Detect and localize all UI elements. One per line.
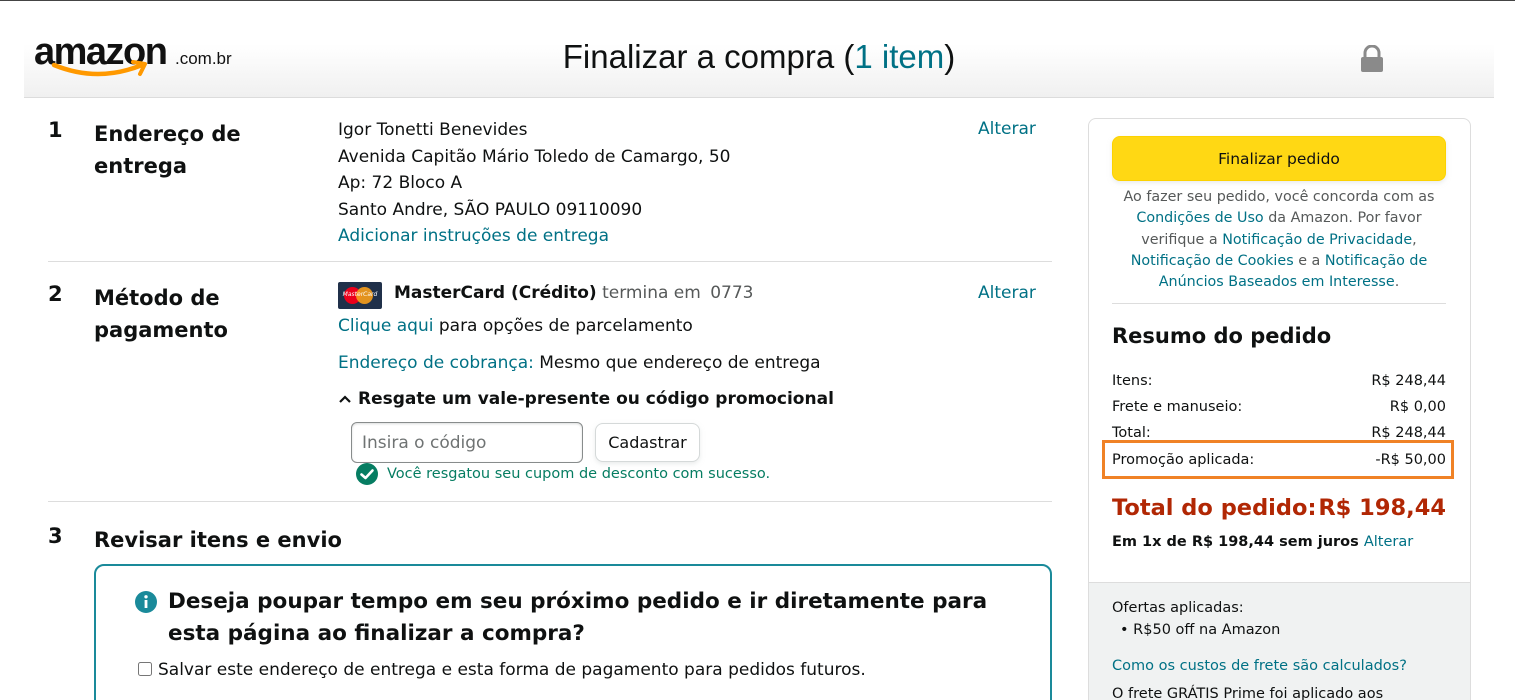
save-question: Deseja poupar tempo em seu próximo pedid…: [168, 589, 988, 646]
step-title: Endereço de entrega: [94, 122, 241, 178]
save-preferences-box: Deseja poupar tempo em seu próximo pedid…: [94, 564, 1052, 700]
payment-card-line: MasterCard (Crédito) termina em 0773: [394, 283, 754, 303]
save-preferences-checkbox-row[interactable]: Salvar este endereço de entrega e esta f…: [138, 660, 866, 680]
order-summary-panel: Finalizar pedido Ao fazer seu pedido, vo…: [1088, 118, 1471, 700]
recipient-name: Igor Tonetti Benevides: [338, 120, 528, 140]
summary-label: Frete e manuseio:: [1112, 399, 1243, 415]
order-total-label: Total do pedido:: [1112, 495, 1317, 521]
register-code-button[interactable]: Cadastrar: [595, 423, 700, 462]
promo-header-text: Resgate um vale-presente ou código promo…: [358, 389, 834, 409]
page-title: Finalizar a compra (1 item): [24, 38, 1494, 76]
step-number: 3: [48, 524, 63, 548]
section-divider: [48, 501, 1052, 502]
save-preferences-checkbox[interactable]: [138, 662, 152, 676]
offer-item-text: R$50 off na Amazon: [1133, 622, 1281, 638]
summary-title: Resumo do pedido: [1112, 324, 1332, 348]
order-total-value: R$ 198,44: [1318, 495, 1446, 521]
change-installment-link[interactable]: Alterar: [1364, 534, 1413, 550]
summary-label: Total:: [1112, 425, 1151, 441]
summary-row: Frete e manuseio: R$ 0,00: [1112, 399, 1446, 415]
summary-value: R$ 0,00: [1389, 399, 1446, 415]
address-street: Avenida Capitão Mário Toledo de Camargo,…: [338, 146, 731, 167]
title-suffix: ): [944, 38, 956, 75]
promo-toggle[interactable]: Resgate um vale-presente ou código promo…: [338, 389, 834, 409]
terms-of-use-link[interactable]: Condições de Uso: [1136, 210, 1263, 226]
summary-row: Total: R$ 248,44: [1112, 425, 1446, 441]
sidebar-divider: [1112, 303, 1446, 304]
add-instructions-link[interactable]: Adicionar instruções de entrega: [338, 223, 730, 250]
step-number: 2: [48, 282, 63, 306]
summary-row: Itens: R$ 248,44: [1112, 373, 1446, 389]
installment-line: Em 1x de R$ 198,44 sem juros Alterar: [1112, 534, 1413, 550]
summary-value: R$ 248,44: [1371, 373, 1446, 389]
address-apt: Ap: 72 Bloco A: [338, 173, 463, 193]
title-prefix: Finalizar a compra (: [562, 38, 855, 75]
place-order-button[interactable]: Finalizar pedido: [1112, 136, 1446, 181]
address-city: Santo Andre, SÃO PAULO 09110090: [338, 199, 643, 220]
billing-line: Endereço de cobrança: Mesmo que endereço…: [338, 353, 821, 373]
lock-icon: [1361, 45, 1383, 72]
card-logo-text: MasterCard: [342, 291, 378, 298]
address-block: Igor Tonetti Benevides Avenida Capitão M…: [338, 117, 730, 250]
shipping-info-text: O frete GRÁTIS Prime foi aplicado aos: [1112, 686, 1384, 700]
installments-text: para opções de parcelamento: [433, 316, 693, 336]
billing-text: Mesmo que endereço de entrega: [533, 353, 821, 373]
installments-line: Clique aqui para opções de parcelamento: [338, 316, 693, 336]
ends-label: termina em: [602, 283, 701, 303]
billing-address-link[interactable]: Endereço de cobrança:: [338, 353, 534, 373]
terms-text: .: [1394, 274, 1400, 291]
card-name: MasterCard (Crédito): [394, 283, 597, 303]
terms-text: Ao fazer seu pedido, você concorda com a…: [1123, 189, 1435, 205]
chevron-up-icon: [339, 395, 351, 403]
step-number: 1: [48, 118, 63, 142]
offer-item: • R$50 off na Amazon: [1120, 622, 1281, 638]
change-address-link[interactable]: Alterar: [978, 119, 1036, 139]
section-divider: [48, 261, 1052, 262]
terms-text: ,: [1412, 231, 1417, 248]
save-checkbox-label: Salvar este endereço de entrega e esta f…: [158, 660, 866, 680]
shipping-costs-link[interactable]: Como os custos de frete são calculados?: [1112, 658, 1407, 674]
installment-text: Em 1x de R$ 198,44 sem juros: [1112, 534, 1364, 550]
summary-value: R$ 248,44: [1371, 425, 1446, 441]
change-payment-link[interactable]: Alterar: [978, 283, 1036, 303]
cookies-notice-link[interactable]: Notificação de Cookies: [1131, 253, 1294, 269]
check-circle-icon: [356, 463, 378, 485]
applied-offers-section: Ofertas aplicadas: • R$50 off na Amazon …: [1089, 582, 1470, 700]
offers-title: Ofertas aplicadas:: [1112, 600, 1244, 616]
checkout-header: amazon .com.br Finalizar a compra (1 ite…: [24, 1, 1494, 98]
step-title: Método de pagamento: [94, 286, 228, 342]
promo-code-input[interactable]: [351, 422, 583, 463]
item-count-link[interactable]: 1 item: [854, 38, 944, 75]
card-last-digits: 0773: [710, 283, 754, 303]
installments-link[interactable]: Clique aqui: [338, 316, 433, 336]
mastercard-icon: MasterCard: [338, 282, 382, 309]
summary-label: Itens:: [1112, 373, 1153, 389]
privacy-notice-link[interactable]: Notificação de Privacidade: [1222, 232, 1412, 248]
order-terms: Ao fazer seu pedido, você concorda com a…: [1112, 187, 1446, 293]
promotion-highlight-box: [1102, 440, 1454, 479]
order-total-row: Total do pedido: R$ 198,44: [1112, 495, 1446, 521]
step-title: Revisar itens e envio: [94, 528, 342, 552]
info-icon: [135, 591, 157, 613]
success-text: Você resgatou seu cupom de desconto com …: [387, 466, 771, 482]
terms-text: e a: [1293, 252, 1325, 269]
coupon-success-message: Você resgatou seu cupom de desconto com …: [355, 462, 770, 486]
